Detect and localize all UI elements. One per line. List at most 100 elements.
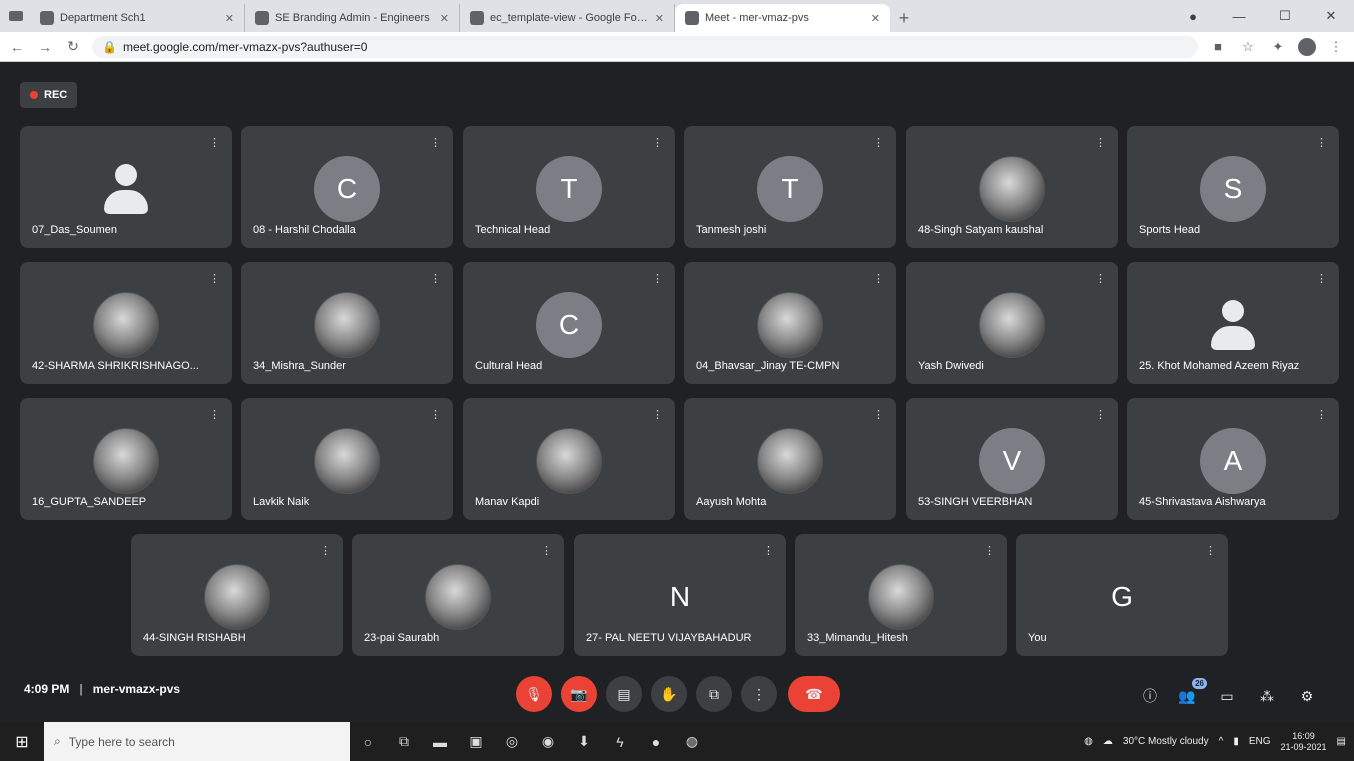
participant-tile[interactable]: ⋮ 16_GUPTA_SANDEEP [20,398,232,520]
battery-icon[interactable]: ▮ [1233,736,1239,747]
start-button[interactable]: ⊞ [0,722,44,761]
present-screen-button[interactable]: ⧉ [696,676,732,712]
participant-tile[interactable]: ⋮ Lavkik Naik [241,398,453,520]
chat-button[interactable]: ▭ [1215,684,1239,708]
notifications-icon[interactable]: ▤ [1337,736,1346,747]
tile-options-icon[interactable]: ⋮ [763,544,774,557]
language-indicator[interactable]: ENG [1249,736,1271,747]
participant-tile[interactable]: ⋮ T Tanmesh joshi [684,126,896,248]
cortana-icon[interactable]: ○ [350,722,386,761]
taskbar-clock[interactable]: 16:09 21-09-2021 [1281,731,1327,753]
taskbar-search-box[interactable]: ⌕ Type here to search [44,722,350,761]
participant-tile[interactable]: ⋮ N 27- PAL NEETU VIJAYBAHADUR [574,534,786,656]
tile-options-icon[interactable]: ⋮ [652,136,663,149]
participant-tile[interactable]: ⋮ G You [1016,534,1228,656]
browser-tab[interactable]: SE Branding Admin - Engineers ✕ [245,4,460,32]
participant-tile[interactable]: ⋮ 42-SHARMA SHRIKRISHNAGO... [20,262,232,384]
forward-button[interactable]: → [36,39,54,55]
tab-close-icon[interactable]: ✕ [225,12,234,25]
participant-tile[interactable]: ⋮ 44-SINGH RISHABH [131,534,343,656]
app-icon-1[interactable]: ◉ [530,722,566,761]
leave-call-button[interactable]: ☎ [788,676,840,712]
store-icon[interactable]: ▣ [458,722,494,761]
tray-app-icon[interactable]: ◍ [1084,736,1093,747]
participant-tile[interactable]: ⋮ Manav Kapdi [463,398,675,520]
bookmark-star-icon[interactable]: ☆ [1238,39,1258,55]
reload-button[interactable]: ↻ [64,38,82,55]
profile-avatar[interactable] [1298,37,1316,56]
chrome-icon[interactable]: ◎ [494,722,530,761]
weather-text[interactable]: 30°C Mostly cloudy [1123,736,1209,747]
camera-toggle-button[interactable]: 📷 [561,676,597,712]
participant-tile[interactable]: ⋮ S Sports Head [1127,126,1339,248]
participant-tile[interactable]: ⋮ V 53-SINGH VEERBHAN [906,398,1118,520]
back-button[interactable]: ← [8,39,26,55]
tray-overflow-icon[interactable]: ^ [1219,736,1224,747]
tile-options-icon[interactable]: ⋮ [209,408,220,421]
meeting-details-button[interactable]: ⓘ [1138,684,1162,708]
tile-options-icon[interactable]: ⋮ [1095,136,1106,149]
captions-button[interactable]: ▤ [606,676,642,712]
participant-tile[interactable]: ⋮ C 08 - Harshil Chodalla [241,126,453,248]
participant-tile[interactable]: ⋮ 25. Khot Mohamed Azeem Riyaz [1127,262,1339,384]
camera-blocked-icon[interactable]: ■ [1208,39,1228,54]
new-tab-button[interactable]: + [890,4,918,32]
tile-options-icon[interactable]: ⋮ [1095,408,1106,421]
tile-options-icon[interactable]: ⋮ [873,272,884,285]
profile-indicator-icon[interactable]: ● [1170,0,1216,32]
browser-menu-icon[interactable]: ⋮ [1326,39,1346,55]
tab-close-icon[interactable]: ✕ [655,12,664,25]
tile-options-icon[interactable]: ⋮ [873,136,884,149]
tile-options-icon[interactable]: ⋮ [1205,544,1216,557]
participant-tile[interactable]: ⋮ 33_Mimandu_Hitesh [795,534,1007,656]
participants-button[interactable]: 👥 26 [1175,678,1207,708]
more-options-button[interactable]: ⋮ [741,676,777,712]
maximize-button[interactable]: ☐ [1262,0,1308,32]
tile-options-icon[interactable]: ⋮ [430,272,441,285]
extensions-icon[interactable]: ✦ [1268,39,1288,55]
tile-options-icon[interactable]: ⋮ [1316,136,1327,149]
participant-tile[interactable]: ⋮ Aayush Mohta [684,398,896,520]
tab-close-icon[interactable]: ✕ [871,12,880,25]
host-controls-button[interactable]: ⚙ [1295,684,1319,708]
task-view-icon[interactable]: ⧉ [386,722,422,761]
tab-close-icon[interactable]: ✕ [440,12,449,25]
participant-tile[interactable]: ⋮ T Technical Head [463,126,675,248]
app-icon-3[interactable]: ϟ [602,722,638,761]
tile-options-icon[interactable]: ⋮ [209,272,220,285]
tile-options-icon[interactable]: ⋮ [1316,408,1327,421]
app-icon-5[interactable]: ◍ [674,722,710,761]
close-window-button[interactable]: ✕ [1308,0,1354,32]
participant-tile[interactable]: ⋮ Yash Dwivedi [906,262,1118,384]
url-field[interactable]: 🔒 meet.google.com/mer-vmazx-pvs?authuser… [92,35,1198,58]
browser-tab[interactable]: Department Sch1 ✕ [30,4,245,32]
browser-tab[interactable]: ec_template-view - Google Form ✕ [460,4,675,32]
participant-tile[interactable]: ⋮ 34_Mishra_Sunder [241,262,453,384]
raise-hand-button[interactable]: ✋ [651,676,687,712]
tile-options-icon[interactable]: ⋮ [541,544,552,557]
minimize-button[interactable]: — [1216,0,1262,32]
tile-options-icon[interactable]: ⋮ [430,136,441,149]
mic-toggle-button[interactable]: 🎙 [516,676,552,712]
file-explorer-icon[interactable]: ▬ [422,722,458,761]
tile-options-icon[interactable]: ⋮ [873,408,884,421]
participant-tile[interactable]: ⋮ A 45-Shrivastava Aishwarya [1127,398,1339,520]
tile-options-icon[interactable]: ⋮ [984,544,995,557]
tile-options-icon[interactable]: ⋮ [1095,272,1106,285]
participant-tile[interactable]: ⋮ C Cultural Head [463,262,675,384]
window-menu-icon[interactable] [8,8,24,24]
app-icon-4[interactable]: ● [638,722,674,761]
tile-options-icon[interactable]: ⋮ [209,136,220,149]
tile-options-icon[interactable]: ⋮ [652,272,663,285]
participant-tile[interactable]: ⋮ 23-pai Saurabh [352,534,564,656]
tile-options-icon[interactable]: ⋮ [1316,272,1327,285]
participant-tile[interactable]: ⋮ 04_Bhavsar_Jinay TE-CMPN [684,262,896,384]
participant-tile[interactable]: ⋮ 48-Singh Satyam kaushal [906,126,1118,248]
app-icon-2[interactable]: ⬇ [566,722,602,761]
browser-tab[interactable]: Meet - mer-vmaz-pvs ✕ [675,4,890,32]
activities-button[interactable]: ⁂ [1255,684,1279,708]
tile-options-icon[interactable]: ⋮ [320,544,331,557]
participant-tile[interactable]: ⋮ 07_Das_Soumen [20,126,232,248]
tile-options-icon[interactable]: ⋮ [652,408,663,421]
tile-options-icon[interactable]: ⋮ [430,408,441,421]
